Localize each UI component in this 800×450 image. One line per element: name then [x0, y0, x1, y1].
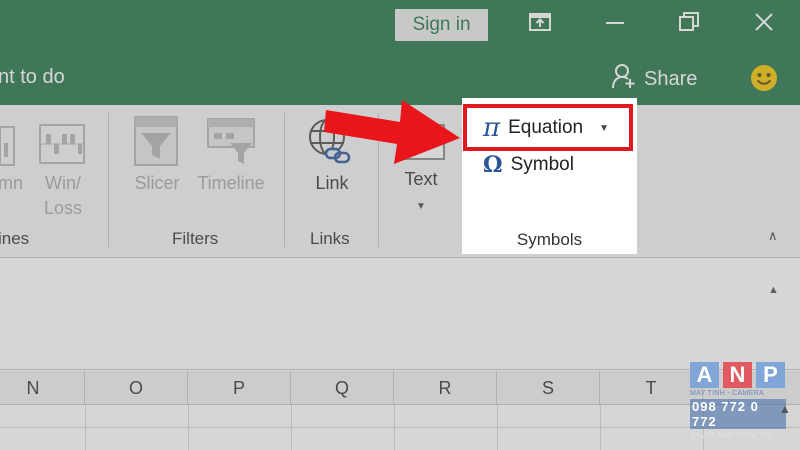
feedback-smiley-icon[interactable]: [750, 64, 778, 97]
share-label: Share: [644, 67, 698, 90]
column-header-o[interactable]: O: [85, 371, 188, 405]
red-pointer-arrow-icon: [322, 88, 462, 169]
slicer-icon[interactable]: [133, 115, 179, 172]
column-header-q[interactable]: Q: [291, 371, 394, 405]
minimize-icon[interactable]: [603, 10, 637, 40]
column-header-s[interactable]: S: [497, 371, 600, 405]
text-dropdown-arrow-icon[interactable]: ▼: [416, 201, 426, 212]
watermark-letter-n: N: [723, 362, 752, 388]
share-button[interactable]: Share: [612, 64, 697, 94]
win-loss-label-2: Loss: [43, 198, 83, 218]
link-label: Link: [315, 173, 349, 193]
formula-bar-area[interactable]: ▲: [0, 257, 800, 370]
equation-label: Equation: [508, 117, 584, 138]
win-loss-label-1: Win/: [45, 173, 81, 193]
anp-watermark: A N P MAY TINH - CAMERA 098 772 0 772 WW…: [690, 362, 786, 440]
watermark-url: WWW.ANP.COM.VN: [690, 431, 772, 440]
title-bar: Sign in: [0, 0, 800, 50]
watermark-letter-p: P: [756, 362, 785, 388]
watermark-phone: 098 772 0 772: [690, 399, 786, 429]
symbol-label: Symbol: [510, 154, 574, 175]
scroll-up-icon[interactable]: ▲: [779, 402, 791, 416]
slicer-label: Slicer: [134, 173, 180, 193]
omega-icon: Ω: [483, 152, 503, 178]
column-header-r[interactable]: R: [394, 371, 497, 405]
restore-icon[interactable]: [677, 10, 711, 40]
links-group-label: Links: [310, 229, 350, 248]
watermark-tagline: MAY TINH - CAMERA: [690, 390, 764, 397]
sign-in-button[interactable]: Sign in: [395, 9, 488, 41]
collapse-formula-bar-icon[interactable]: ▲: [768, 284, 779, 296]
symbol-button[interactable]: Ω Symbol: [483, 150, 574, 180]
timeline-icon[interactable]: [206, 117, 256, 172]
pi-icon: π: [483, 113, 501, 143]
win-loss-icon[interactable]: [38, 117, 86, 170]
tell-me-search[interactable]: nt to do: [0, 66, 65, 89]
ribbon-display-options-icon[interactable]: [528, 10, 562, 40]
text-label: Text: [404, 169, 438, 189]
column-sparkline-label: mn: [0, 173, 24, 193]
share-person-icon: [612, 63, 636, 95]
column-headers: N O P Q R S T: [0, 371, 800, 405]
collapse-ribbon-icon[interactable]: ∧: [768, 228, 778, 244]
cell-grid[interactable]: [0, 405, 800, 450]
column-header-n[interactable]: N: [0, 371, 85, 405]
group-separator: [108, 113, 109, 247]
equation-button[interactable]: π Equation ▼: [483, 108, 609, 148]
column-header-p[interactable]: P: [188, 371, 291, 405]
equation-dropdown-arrow-icon[interactable]: ▼: [599, 123, 609, 134]
timeline-label: Timeline: [197, 173, 265, 193]
symbols-group-label: Symbols: [516, 230, 583, 249]
filters-group-label: Filters: [172, 229, 219, 248]
sparklines-group-label: ines: [0, 229, 30, 248]
column-header-t[interactable]: T: [600, 371, 703, 405]
close-icon[interactable]: [752, 10, 786, 40]
watermark-letter-a: A: [690, 362, 719, 388]
group-separator: [284, 113, 285, 247]
column-sparkline-icon[interactable]: [0, 119, 20, 174]
